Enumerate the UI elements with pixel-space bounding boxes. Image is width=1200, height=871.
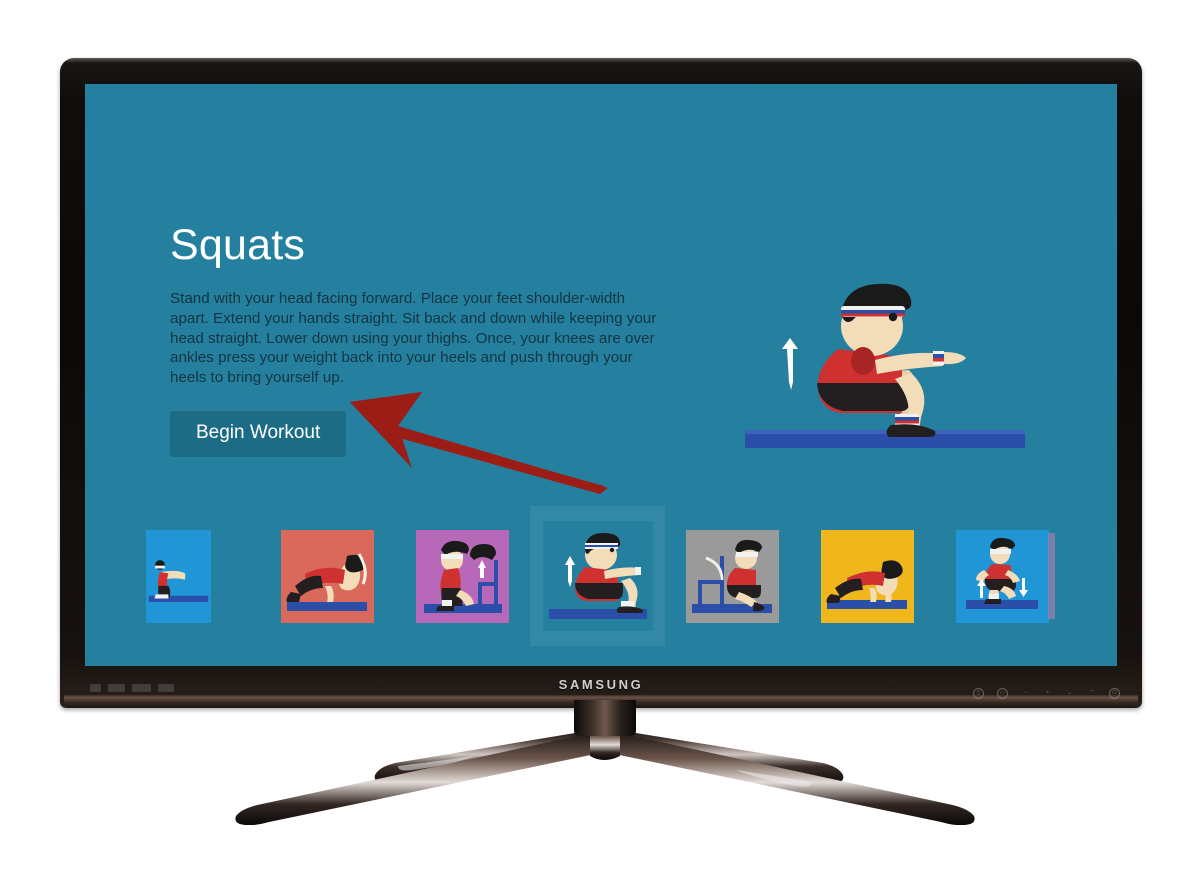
carousel-track[interactable] — [125, 506, 1070, 646]
squat-exercise-illustration — [735, 264, 1035, 464]
thumbnail-step-up-icon — [416, 529, 509, 623]
exercise-thumbnail-carousel[interactable] — [85, 506, 1117, 646]
channel-up-button[interactable]: ⌃ — [1087, 689, 1096, 698]
volume-up-button[interactable]: + — [1043, 689, 1052, 698]
stand-neck — [574, 700, 636, 736]
thumbnail-high-knees-icon — [956, 529, 1049, 623]
bezel-sheen — [60, 58, 1142, 63]
carousel-item-2[interactable] — [395, 506, 530, 646]
exercise-instructions: Stand with your head facing forward. Pla… — [170, 290, 657, 386]
exercise-detail-panel: Squats Stand with your head facing forwa… — [170, 224, 690, 457]
begin-workout-button[interactable]: Begin Workout — [170, 409, 347, 457]
power-button[interactable]: ⏻ — [1109, 688, 1120, 699]
tv-stand — [210, 700, 1000, 826]
carousel-item-5[interactable] — [800, 506, 935, 646]
tv-bezel-control-buttons[interactable]: ▯ ▭ − + ⌄ ⌃ ⏻ — [973, 688, 1120, 699]
tv-screen-content: Squats Stand with your head facing forwa… — [85, 84, 1117, 666]
channel-down-button[interactable]: ⌄ — [1065, 689, 1074, 698]
carousel-item-3-selected[interactable] — [530, 506, 665, 646]
menu-button[interactable]: ▯ — [973, 688, 984, 699]
thumbnail-pushup-variation-icon — [146, 543, 211, 609]
carousel-item-1[interactable] — [260, 506, 395, 646]
source-button[interactable]: ▭ — [997, 688, 1008, 699]
television-set: SAMSUNG ▯ ▭ − + ⌄ ⌃ ⏻ Squats Stand with … — [60, 58, 1142, 708]
thumbnail-squats-icon — [542, 521, 653, 631]
volume-down-button[interactable]: − — [1021, 689, 1030, 698]
thumbnail-chair-dip-icon — [686, 529, 779, 623]
carousel-next-item-edge[interactable] — [1048, 533, 1055, 619]
carousel-item-0[interactable] — [125, 506, 260, 646]
thumbnail-plank-side-icon — [281, 529, 374, 623]
thumbnail-push-up-icon — [821, 529, 914, 623]
page-title: Squats — [170, 221, 306, 269]
up-arrow-icon — [782, 338, 798, 390]
carousel-item-4[interactable] — [665, 506, 800, 646]
